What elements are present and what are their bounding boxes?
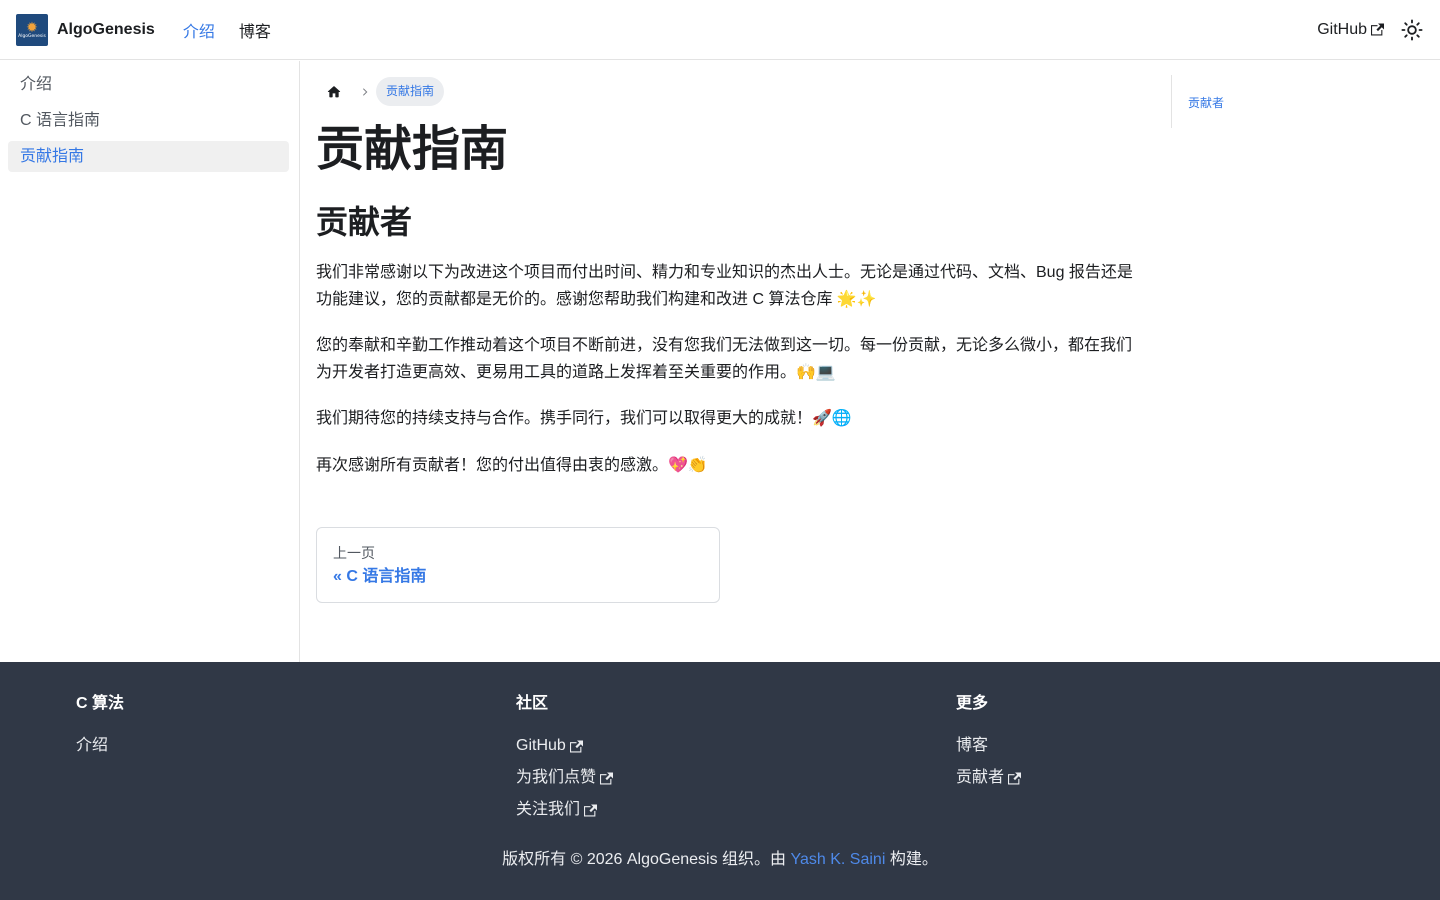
brand-title: AlgoGenesis: [57, 20, 155, 38]
footer-column-community: 社区 GitHub 为我们点赞 关注我们: [516, 694, 614, 832]
footer-link-contributors[interactable]: 贡献者: [956, 768, 1022, 788]
copyright-prefix: 版权所有 © 2026 AlgoGenesis 组织。由: [502, 851, 791, 868]
footer-link-label: 博客: [956, 737, 989, 754]
docs-sidebar: 介绍 C 语言指南 贡献指南: [0, 61, 300, 662]
sidebar-item-contributing[interactable]: 贡献指南: [8, 141, 289, 172]
table-of-contents: 贡献者: [1171, 75, 1411, 128]
brand-link[interactable]: ✹ AlgoGenesis AlgoGenesis: [16, 13, 155, 46]
footer-link-github[interactable]: GitHub: [516, 736, 613, 756]
paragraph: 我们非常感谢以下为改进这个项目而付出时间、精力和专业知识的杰出人士。无论是通过代…: [316, 264, 1133, 308]
github-link-label: GitHub: [1317, 20, 1367, 38]
nav-item-blog[interactable]: 博客: [239, 18, 271, 42]
sidebar-item-intro[interactable]: 介绍: [8, 69, 289, 100]
breadcrumb-separator-icon: [360, 87, 370, 97]
pagination-prev-sublabel: 上一页: [333, 545, 375, 561]
footer-link-follow[interactable]: 关注我们: [516, 800, 613, 820]
paragraph: 再次感谢所有贡献者！您的付出值得由衷的感激。💖👏: [316, 456, 708, 474]
breadcrumb-current: 贡献指南: [376, 77, 445, 106]
footer-column-title: 更多: [956, 695, 989, 712]
navbar: ✹ AlgoGenesis AlgoGenesis 介绍 博客 GitHub: [0, 0, 1440, 60]
footer-link-label: 贡献者: [956, 769, 1005, 786]
brand-logo: ✹ AlgoGenesis: [16, 13, 48, 46]
footer-column-title: 社区: [516, 695, 549, 712]
main-content: 贡献指南 贡献指南 贡献者 我们非常感谢以下为改进这个项目而付出时间、精力和专业…: [316, 61, 1136, 603]
footer-link-label: GitHub: [516, 737, 566, 754]
external-link-icon: [600, 772, 614, 785]
paragraph: 我们期待您的持续支持与合作。携手同行，我们可以取得更大的成就！🚀🌐: [316, 410, 852, 427]
copyright: 版权所有 © 2026 AlgoGenesis 组织。由 Yash K. Sai…: [0, 845, 1440, 869]
external-link-icon: [569, 740, 583, 753]
copyright-suffix: 构建。: [885, 851, 938, 868]
paragraph: 您的奉献和辛勤工作推动着这个项目不断前进，没有您我们无法做到这一切。每一份贡献，…: [316, 337, 1133, 381]
footer: C 算法 介绍 社区 GitHub 为我们点赞 关注我们 更多 博客 贡献者 版…: [0, 662, 1440, 900]
logo-text: AlgoGenesis: [18, 33, 46, 39]
home-icon: [327, 85, 341, 97]
footer-link-label: 关注我们: [516, 801, 581, 818]
footer-link-star[interactable]: 为我们点赞: [516, 768, 614, 788]
breadcrumb: 贡献指南: [316, 77, 1136, 106]
footer-column-more: 更多 博客 贡献者: [956, 694, 1022, 800]
section-heading-contributors: 贡献者: [316, 204, 413, 240]
footer-link-blog[interactable]: 博客: [956, 736, 1021, 756]
sun-icon: [1401, 18, 1423, 41]
nav-item-intro[interactable]: 介绍: [183, 18, 215, 42]
external-link-icon: [1371, 23, 1384, 36]
footer-link-intro[interactable]: 介绍: [76, 736, 124, 756]
footer-column-title: C 算法: [76, 695, 125, 712]
navbar-right: GitHub: [1317, 18, 1424, 42]
github-link[interactable]: GitHub: [1317, 21, 1384, 39]
sidebar-item-c-guide[interactable]: C 语言指南: [8, 105, 289, 136]
external-link-icon: [584, 804, 598, 817]
breadcrumb-home-button[interactable]: [316, 77, 352, 106]
pagination-prev-label: « C 语言指南: [333, 568, 427, 585]
pagination-prev-link[interactable]: 上一页 « C 语言指南: [316, 527, 720, 603]
copyright-author-link[interactable]: Yash K. Saini: [791, 851, 886, 868]
page-title: 贡献指南: [316, 123, 509, 176]
footer-link-label: 介绍: [76, 737, 109, 754]
footer-link-label: 为我们点赞: [516, 769, 597, 786]
theme-toggle-button[interactable]: [1400, 18, 1424, 42]
toc-link-contributors[interactable]: 贡献者: [1188, 96, 1224, 110]
footer-column-c-algorithms: C 算法 介绍: [76, 694, 124, 768]
external-link-icon: [1008, 772, 1022, 785]
logo-star-icon: ✹: [26, 18, 38, 35]
